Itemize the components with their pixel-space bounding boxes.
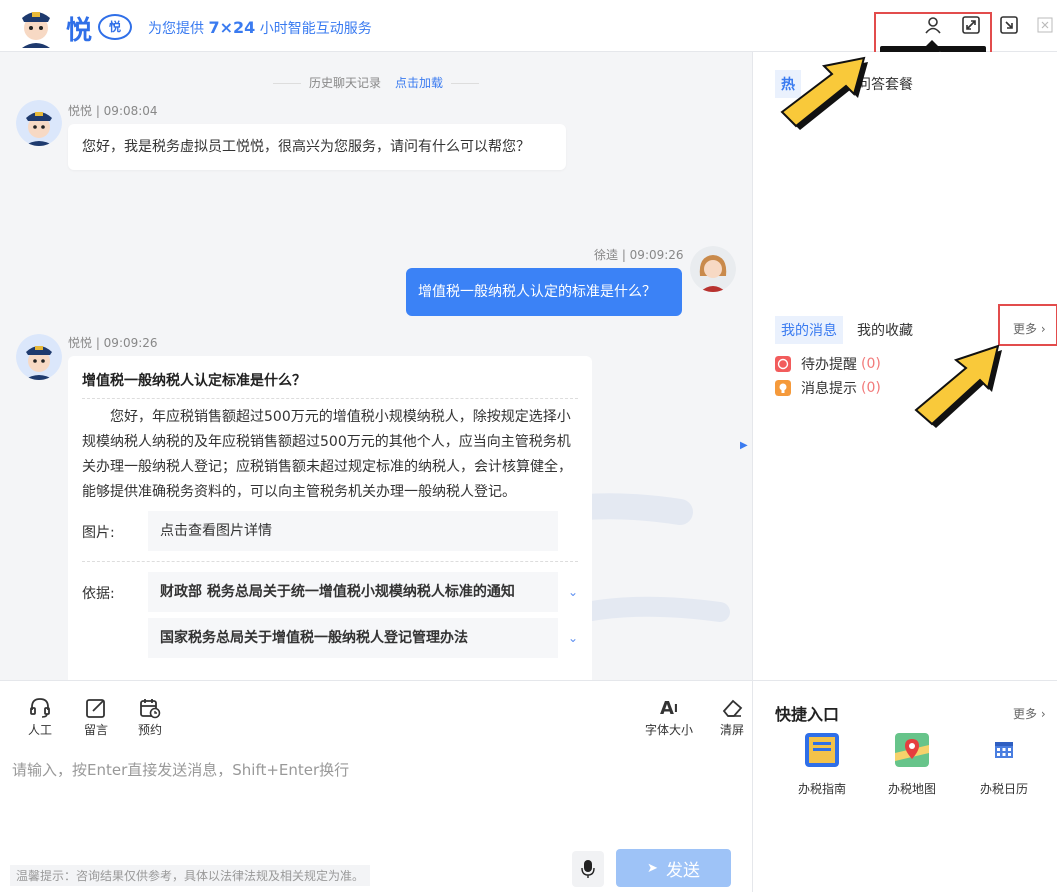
edit-icon xyxy=(86,699,105,718)
tagline: 为您提供 7×24 小时智能互动服务 xyxy=(148,18,372,37)
message-meta: 徐逵 | 09:09:26 xyxy=(594,248,684,262)
answer-card: 增值税一般纳税人认定标准是什么？ 您好，年应税销售额超过500万元的增值税小规模… xyxy=(68,356,592,680)
microphone-button[interactable] xyxy=(572,851,604,887)
clear-screen-button[interactable]: 清屏 xyxy=(712,695,752,738)
font-size-icon: AI xyxy=(659,697,679,719)
close-icon[interactable] xyxy=(1034,14,1056,36)
input-area: 人工 留言 预约 AI 字体大小 清屏 请输入，按Enter直接发送消息，Shi… xyxy=(0,680,752,892)
message-notice[interactable]: 消息提示 (0) xyxy=(775,378,881,398)
disclaimer-tip: 温馨提示：咨询结果仅供参考，具体以法律法规及相关规定为准。 xyxy=(10,865,371,886)
guide-book-icon xyxy=(805,733,839,767)
bot-message: 您好，我是税务虚拟员工悦悦，很高兴为您服务，请问有什么可以帮您？ xyxy=(68,124,566,170)
brand-badge: 悦 xyxy=(98,14,132,40)
appointment-button[interactable]: 预约 xyxy=(130,695,170,738)
chevron-down-icon[interactable]: ⌄ xyxy=(568,585,578,599)
chevron-down-icon[interactable]: ⌄ xyxy=(568,631,578,645)
eraser-icon xyxy=(722,699,743,717)
clock-icon xyxy=(775,356,791,372)
message-input[interactable]: 请输入，按Enter直接发送消息，Shift+Enter换行 xyxy=(12,759,349,780)
calendar-icon xyxy=(995,742,1013,758)
bulb-icon xyxy=(775,380,791,396)
answer-title: 增值税一般纳税人认定标准是什么？ xyxy=(82,370,578,399)
message-meta: 悦悦 | 09:09:26 xyxy=(68,336,158,350)
tax-guide-shortcut[interactable]: 办税指南 xyxy=(787,733,857,797)
map-pin-icon xyxy=(895,733,929,767)
message-meta: 悦悦 | 09:08:04 xyxy=(68,104,158,118)
bot-avatar xyxy=(16,334,62,380)
annotation-arrow-more xyxy=(914,344,1002,428)
annotation-arrow-user-center xyxy=(780,56,868,130)
basis-item[interactable]: 财政部 税务总局关于统一增值税小规模纳税人标准的通知 xyxy=(148,572,558,612)
calendar-clock-icon xyxy=(140,699,161,719)
font-size-button[interactable]: AI 字体大小 xyxy=(640,695,698,738)
send-button[interactable]: ➤ 发送 xyxy=(616,849,731,887)
user-message: 增值税一般纳税人认定的标准是什么？ xyxy=(406,268,682,316)
bot-avatar xyxy=(16,100,62,146)
headset-icon xyxy=(30,698,50,718)
tab-my-favorites[interactable]: 我的收藏 xyxy=(857,320,913,340)
answer-body: 您好，年应税销售额超过500万元的增值税小规模纳税人，除按规定选择小规模纳税人纳… xyxy=(82,409,572,500)
officer-avatar-logo xyxy=(22,12,50,48)
minimize-icon[interactable] xyxy=(998,14,1020,36)
todo-reminder[interactable]: 待办提醒 (0) xyxy=(775,354,881,374)
human-agent-button[interactable]: 人工 xyxy=(20,695,60,738)
view-image-link[interactable]: 点击查看图片详情 xyxy=(148,511,558,551)
chat-panel: 历史聊天记录 点击加载 悦悦 | 09:08:04 您好，我是税务虚拟员工悦悦，很… xyxy=(0,52,752,680)
load-history-link[interactable]: 点击加载 xyxy=(395,76,443,90)
tax-calendar-shortcut[interactable]: 办税日历 xyxy=(969,733,1039,797)
microphone-icon xyxy=(581,860,595,878)
send-icon: ➤ xyxy=(647,860,658,876)
quick-more-link[interactable]: 更多 › xyxy=(1013,705,1046,722)
user-avatar xyxy=(690,246,736,292)
tax-map-shortcut[interactable]: 办税地图 xyxy=(877,733,947,797)
history-bar: 历史聊天记录 点击加载 xyxy=(0,74,752,91)
tab-my-messages[interactable]: 我的消息 xyxy=(775,316,843,344)
basis-item[interactable]: 国家税务总局关于增值税一般纳税人登记管理办法 xyxy=(148,618,558,658)
brand-title: 悦 xyxy=(66,16,93,46)
basis-label: 依据: xyxy=(82,586,115,602)
leave-message-button[interactable]: 留言 xyxy=(76,695,116,738)
image-label: 图片: xyxy=(82,525,115,541)
quick-entry-panel: 快捷入口 更多 › 办税指南 办税地图 办税日历 xyxy=(752,680,1057,892)
right-panel: 热 问答套餐 我的消息 我的收藏 更多 › 待办提醒 (0) 消息提示 (0) xyxy=(752,52,1057,680)
quick-entry-title: 快捷入口 xyxy=(775,705,840,724)
